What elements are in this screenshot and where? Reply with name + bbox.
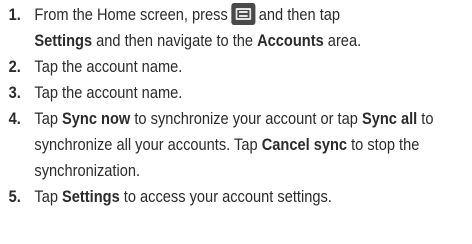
- instruction-list: 1. From the Home screen, press and then t…: [0, 2, 472, 210]
- step-number: 1.: [8, 5, 21, 24]
- step-text: From the Home screen, press and then tap S…: [34, 3, 362, 50]
- step-text-part: and then tap: [258, 5, 341, 24]
- step-bold-term: Accounts: [257, 31, 324, 50]
- step-2: 2. Tap the account name.: [0, 54, 472, 80]
- step-text: Tap the account name.: [34, 83, 183, 102]
- step-3: 3. Tap the account name.: [0, 80, 472, 106]
- step-bold-term: Sync all: [361, 109, 418, 128]
- step-bold-term: Settings: [34, 31, 93, 50]
- step-text-part: Tap: [34, 109, 58, 128]
- step-text-part: From the Home screen, press: [34, 5, 228, 24]
- step-text-part: and then navigate to the: [96, 31, 254, 50]
- step-5: 5. Tap Settings to access your account s…: [0, 184, 472, 210]
- step-number: 2.: [8, 57, 21, 76]
- step-text: Tap Settings to access your account sett…: [34, 187, 331, 206]
- step-bold-term: Sync now: [62, 109, 131, 128]
- step-text-part: to access your account settings.: [123, 187, 332, 206]
- step-text-part: Tap: [34, 187, 58, 206]
- step-bold-term: Cancel sync: [261, 135, 348, 154]
- step-text-part: area.: [327, 31, 362, 50]
- step-text-part: to synchronize your account or tap: [134, 109, 358, 128]
- step-number: 5.: [8, 187, 21, 206]
- step-1: 1. From the Home screen, press and then t…: [0, 2, 472, 54]
- menu-key-icon: [231, 3, 256, 25]
- step-text: Tap Sync now to synchronize your account…: [34, 109, 433, 180]
- step-number: 4.: [8, 109, 21, 128]
- step-number: 3.: [8, 83, 21, 102]
- step-text: Tap the account name.: [34, 57, 183, 76]
- step-bold-term: Settings: [62, 187, 120, 206]
- step-4: 4. Tap Sync now to synchronize your acco…: [0, 106, 472, 184]
